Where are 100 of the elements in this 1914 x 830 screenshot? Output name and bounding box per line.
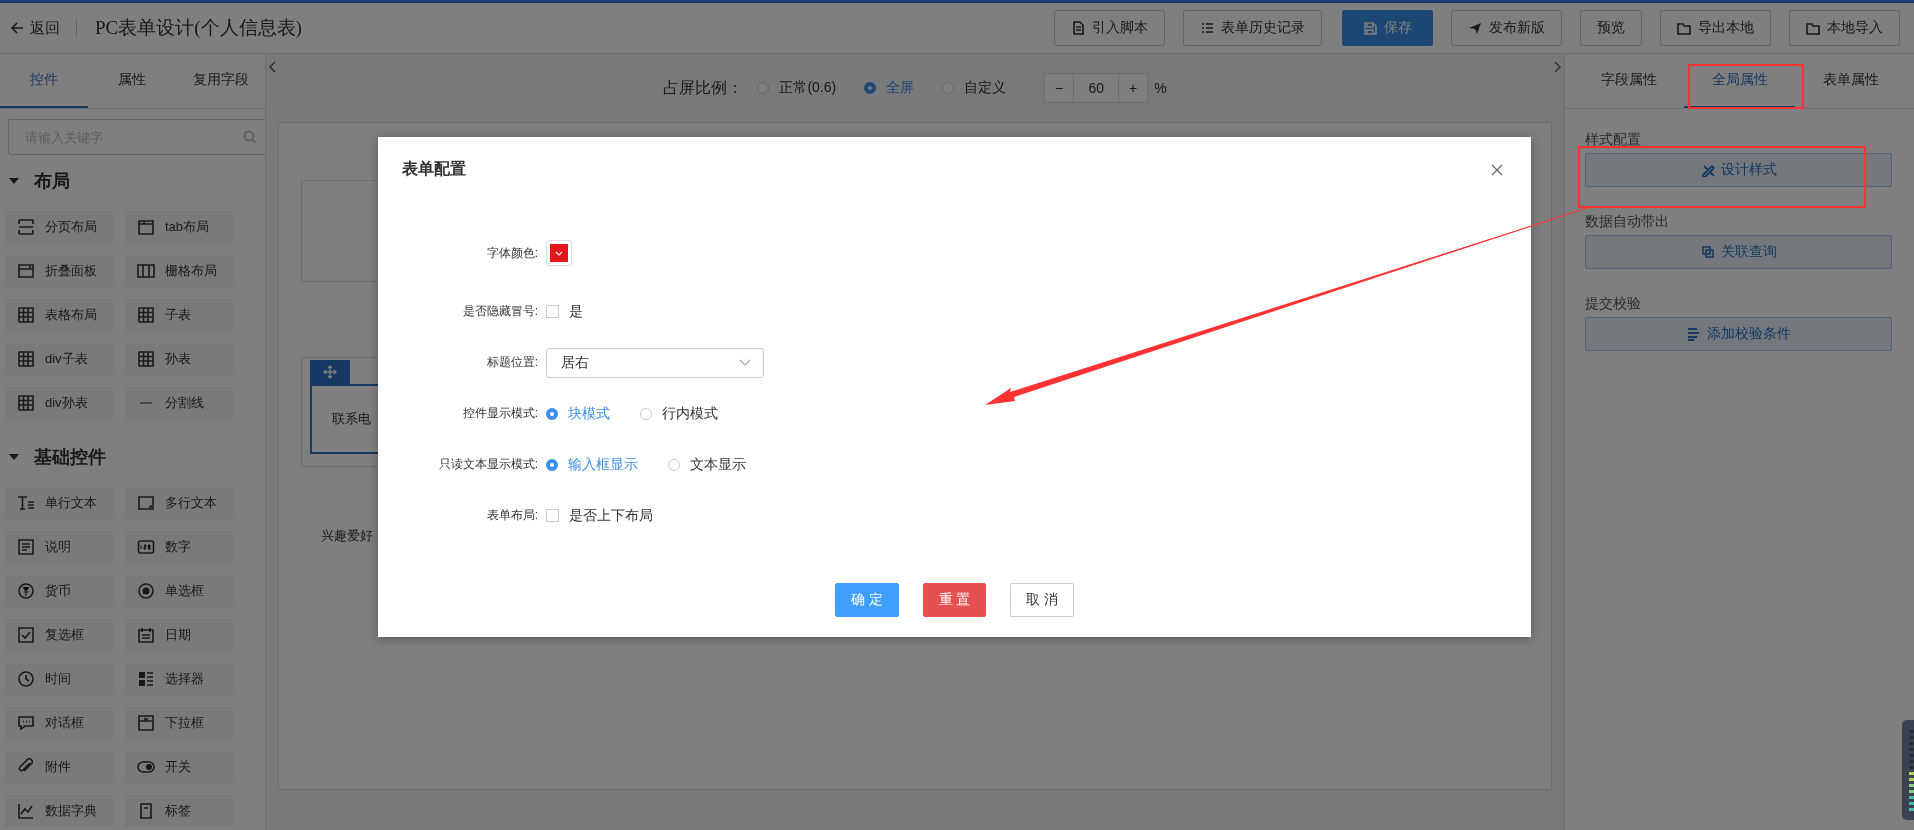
field-label: 是否隐藏冒号: (461, 303, 539, 320)
field-label: 标题位置: (485, 354, 539, 371)
chart-icon (17, 802, 35, 820)
table-icon (17, 306, 35, 324)
action-button[interactable]: 添加校验条件 (1585, 317, 1892, 351)
component-item[interactable]: 单行文本 (5, 487, 113, 519)
folder-icon (1677, 21, 1691, 35)
component-item[interactable]: 孙表 (125, 343, 233, 375)
component-item[interactable]: 表格布局 (5, 299, 113, 331)
calendar-icon (137, 626, 155, 644)
move-handle[interactable] (310, 360, 350, 384)
chevron-down-icon (555, 250, 563, 256)
collapse-right-icon (1552, 60, 1562, 74)
page-title: PC表单设计(个人信息表) (95, 16, 302, 40)
back-button[interactable]: 返回 (6, 14, 64, 42)
component-item[interactable]: div孙表 (5, 387, 113, 419)
dialog-title: 表单配置 (402, 159, 466, 179)
panel-tab[interactable]: 表单属性 (1795, 54, 1906, 108)
component-item[interactable]: 数字 (125, 531, 233, 563)
increase-button[interactable]: + (1119, 74, 1148, 102)
publish-button[interactable]: 发布新版 (1451, 10, 1562, 46)
field-label: 控件显示模式: (461, 405, 539, 422)
tag-icon (137, 802, 155, 820)
component-item[interactable]: 复选框 (5, 619, 113, 651)
toggle-icon (137, 758, 155, 776)
component-item[interactable]: 说明 (5, 531, 113, 563)
group-title: 布局 (34, 170, 70, 193)
component-item[interactable]: 对话框 (5, 707, 113, 739)
component-item[interactable]: 时间 (5, 663, 113, 695)
radio-icon (137, 582, 155, 600)
preview-button[interactable]: 预览 (1580, 10, 1642, 46)
table-icon (137, 306, 155, 324)
component-item[interactable]: 日期 (125, 619, 233, 651)
component-item[interactable]: 分页布局 (5, 211, 113, 243)
action-button[interactable]: 设计样式 (1585, 153, 1892, 187)
script-button[interactable]: 引入脚本 (1054, 10, 1165, 46)
list-icon (1686, 327, 1701, 341)
component-item[interactable]: 选择器 (125, 663, 233, 695)
confirm-button[interactable]: 确 定 (834, 583, 899, 617)
decrease-button[interactable]: − (1045, 74, 1074, 102)
send-icon (1468, 21, 1482, 35)
ratio-option[interactable]: 正常(0.6) (757, 79, 837, 97)
component-item[interactable]: div子表 (5, 343, 113, 375)
select-field[interactable]: 居右 (546, 347, 764, 378)
ratio-label: 占屏比例： (663, 77, 744, 98)
collapse-left-icon (268, 60, 278, 74)
script-file-icon (1071, 21, 1085, 35)
radio-option[interactable]: 输入框显示 (546, 455, 638, 474)
panel-tab[interactable]: 复用字段 (176, 54, 265, 108)
panel-tab[interactable]: 属性 (88, 54, 177, 108)
history-button[interactable]: 表单历史记录 (1183, 10, 1322, 46)
clock-icon (17, 670, 35, 688)
line-icon (140, 402, 152, 404)
ratio-option[interactable]: 全屏 (864, 79, 915, 97)
currency-icon (17, 582, 35, 600)
panel-icon (17, 262, 35, 280)
color-picker[interactable] (546, 240, 572, 266)
field-label: 兴趣爱好 (321, 528, 373, 543)
export-button[interactable]: 导出本地 (1660, 10, 1771, 46)
component-item[interactable]: 子表 (125, 299, 233, 331)
field-label: 字体颜色: (485, 244, 539, 262)
component-item[interactable]: 分割线 (125, 387, 233, 419)
component-item[interactable]: 开关 (125, 751, 233, 783)
component-item[interactable]: 标签 (125, 795, 233, 827)
section-title: 样式配置 (1585, 131, 1642, 149)
component-item[interactable]: 单选框 (125, 575, 233, 607)
textarea-icon (137, 494, 155, 512)
radio-option[interactable]: 块模式 (546, 404, 610, 423)
radio-option[interactable]: 文本显示 (668, 455, 746, 474)
component-item[interactable]: 多行文本 (125, 487, 233, 519)
table-icon (17, 350, 35, 368)
component-item[interactable]: 附件 (5, 751, 113, 783)
component-item[interactable]: 货币 (5, 575, 113, 607)
number-icon (137, 538, 155, 556)
save-button[interactable]: 保存 (1342, 10, 1433, 46)
close-icon (1491, 163, 1503, 176)
document-icon (17, 538, 35, 556)
save-icon (1363, 21, 1377, 35)
list-icon (1200, 21, 1214, 35)
table-icon (137, 350, 155, 368)
component-item[interactable]: tab布局 (125, 211, 233, 243)
panel-tab[interactable]: 全局属性 (1684, 54, 1795, 108)
pencil-ruler-icon (1700, 163, 1715, 177)
reset-button[interactable]: 重 置 (922, 583, 987, 617)
radio-option[interactable]: 行内模式 (640, 404, 718, 423)
checkbox[interactable]: 是 (546, 302, 583, 321)
ratio-option[interactable]: 自定义 (942, 79, 1007, 97)
panel-tab[interactable]: 字段属性 (1573, 54, 1684, 108)
zoom-value-field[interactable]: 60 (1073, 74, 1120, 102)
import-button[interactable]: 本地导入 (1789, 10, 1900, 46)
back-arrow-icon (10, 21, 24, 35)
cancel-button[interactable]: 取 消 (1010, 583, 1075, 617)
action-button[interactable]: 关联查询 (1585, 235, 1892, 269)
component-item[interactable]: 折叠面板 (5, 255, 113, 287)
component-item[interactable]: 栅格布局 (125, 255, 233, 287)
checkbox[interactable]: 是否上下布局 (546, 506, 653, 525)
panel-tab[interactable]: 控件 (0, 54, 89, 108)
component-item[interactable]: 数据字典 (5, 795, 113, 827)
component-item[interactable]: 下拉框 (125, 707, 233, 739)
unit-label: % (1154, 80, 1167, 96)
